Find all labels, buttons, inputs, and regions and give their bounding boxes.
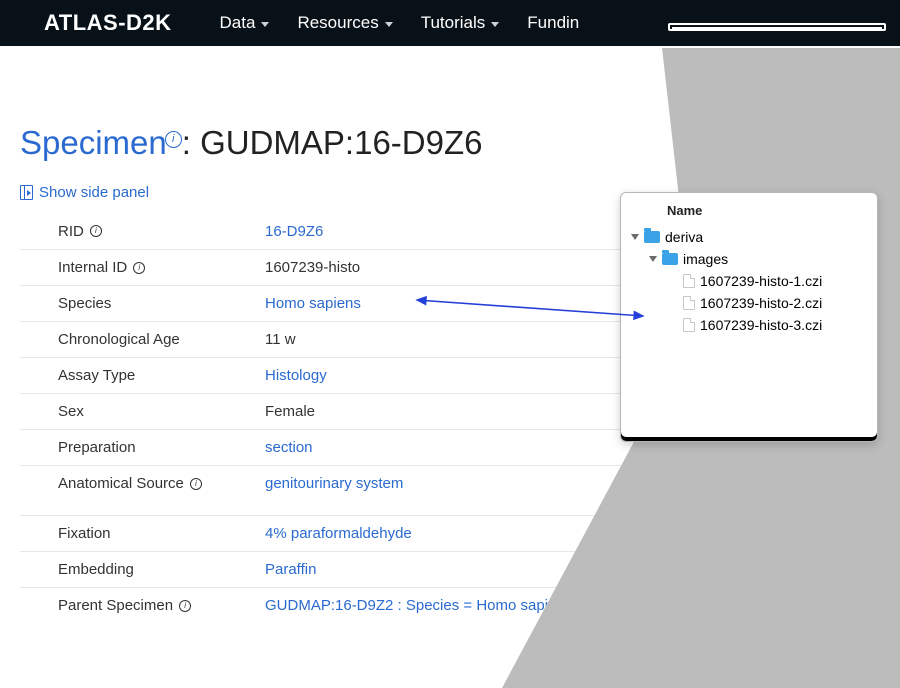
tree-file-item[interactable]: 1607239-histo-2.czi (631, 292, 869, 314)
row-value-link[interactable]: Paraffin (265, 561, 316, 578)
folder-icon (644, 231, 660, 243)
file-browser-header: Name (621, 193, 877, 224)
nav-item-funding[interactable]: Fundin (527, 13, 579, 33)
file-browser-panel: Name deriva images 1607239-histo-1.czi 1… (620, 192, 878, 442)
disclosure-triangle-icon[interactable] (649, 256, 657, 262)
row-label-text: Embedding (58, 561, 134, 578)
folder-label: images (683, 251, 728, 267)
side-panel-label: Show side panel (39, 184, 149, 201)
row-label-text: Preparation (58, 439, 136, 456)
info-icon[interactable]: i (179, 600, 191, 612)
row-value: 1607239-histo (265, 259, 360, 276)
tree-file-item[interactable]: 1607239-histo-1.czi (631, 270, 869, 292)
row-label: Species (20, 295, 265, 312)
folder-label: deriva (665, 229, 703, 245)
top-nav: ATLAS-D2K Data Resources Tutorials Fundi… (0, 0, 900, 46)
tree-folder-images[interactable]: images (631, 248, 869, 270)
folder-icon (662, 253, 678, 265)
panel-expand-icon (20, 185, 33, 200)
row-label-text: Anatomical Source (58, 475, 184, 492)
nav-item-data[interactable]: Data (220, 13, 270, 33)
row-value-link[interactable]: Histology (265, 367, 327, 384)
row-value-link[interactable]: section (265, 439, 313, 456)
nav-label: Resources (297, 13, 378, 33)
entity-identifier: GUDMAP:16-D9Z6 (200, 124, 482, 161)
row-label: Parent Specimen i (20, 597, 265, 614)
title-colon: : (182, 124, 200, 161)
row-value: 11 w (265, 331, 296, 348)
tree-file-item[interactable]: 1607239-histo-3.czi (631, 314, 869, 336)
row-label: Fixation (20, 525, 265, 542)
row-label-text: Chronological Age (58, 331, 180, 348)
row-value-link[interactable]: genitourinary system (265, 475, 403, 492)
nav-stripe-decoration (668, 23, 886, 31)
info-icon[interactable]: i (90, 225, 102, 237)
row-label-text: RID (58, 223, 84, 240)
row-label-text: Sex (58, 403, 84, 420)
row-label: Sex (20, 403, 265, 420)
nav-item-tutorials[interactable]: Tutorials (421, 13, 500, 33)
row-label: Anatomical Source i (20, 475, 265, 492)
nav-items: Data Resources Tutorials Fundin (220, 13, 580, 33)
chevron-down-icon (261, 22, 269, 27)
info-icon[interactable]: i (133, 262, 145, 274)
chevron-down-icon (491, 22, 499, 27)
file-label: 1607239-histo-3.czi (700, 317, 822, 333)
row-label: Internal ID i (20, 259, 265, 276)
entity-type-link[interactable]: Specimen (20, 124, 167, 161)
file-tree: deriva images 1607239-histo-1.czi 160723… (621, 224, 877, 344)
nav-item-resources[interactable]: Resources (297, 13, 392, 33)
info-icon[interactable]: i (190, 478, 202, 490)
nav-label: Data (220, 13, 256, 33)
row-value-link[interactable]: 16-D9Z6 (265, 223, 323, 240)
row-label-text: Parent Specimen (58, 597, 173, 614)
tree-folder-root[interactable]: deriva (631, 226, 869, 248)
file-icon (683, 274, 695, 288)
row-label: Chronological Age (20, 331, 265, 348)
chevron-down-icon (385, 22, 393, 27)
row-label-text: Internal ID (58, 259, 127, 276)
nav-label: Fundin (527, 13, 579, 33)
nav-label: Tutorials (421, 13, 486, 33)
file-icon (683, 318, 695, 332)
row-label-text: Fixation (58, 525, 111, 542)
file-label: 1607239-histo-2.czi (700, 295, 822, 311)
row-label-text: Species (58, 295, 111, 312)
file-label: 1607239-histo-1.czi (700, 273, 822, 289)
row-label: Assay Type (20, 367, 265, 384)
row-label: Embedding (20, 561, 265, 578)
brand-logo[interactable]: ATLAS-D2K (44, 10, 172, 36)
info-icon[interactable]: i (165, 131, 182, 148)
row-value-link[interactable]: Homo sapiens (265, 295, 361, 312)
row-label: RID i (20, 223, 265, 240)
row-label-text: Assay Type (58, 367, 135, 384)
row-value-link[interactable]: 4% paraformaldehyde (265, 525, 412, 542)
file-icon (683, 296, 695, 310)
disclosure-triangle-icon[interactable] (631, 234, 639, 240)
row-label: Preparation (20, 439, 265, 456)
row-value: Female (265, 403, 315, 420)
